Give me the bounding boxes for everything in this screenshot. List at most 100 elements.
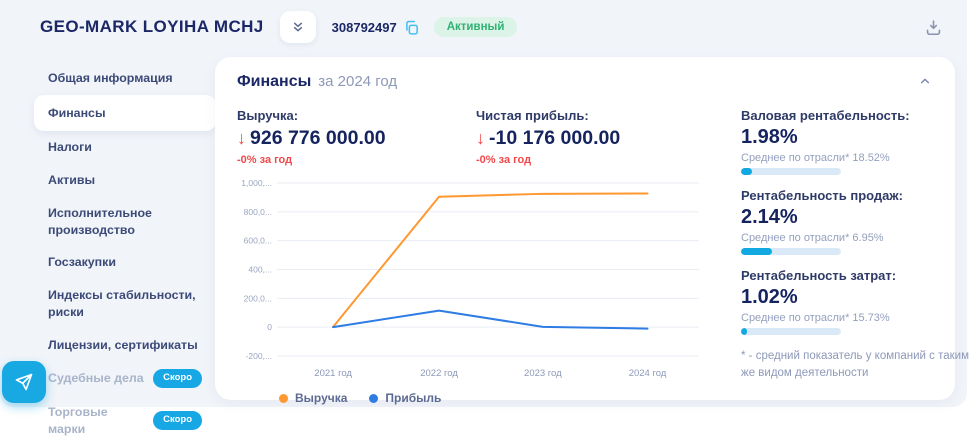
header: GEO-MARK LOYIHA MCHJ 308792497 Активный [0, 0, 967, 54]
legend-item[interactable]: Выручка [279, 391, 347, 405]
double-chevron-down-icon [290, 19, 306, 35]
legend-dot-icon [369, 394, 378, 403]
company-expand-button[interactable] [280, 11, 316, 43]
sidebar-item-label: Активы [48, 172, 95, 189]
panel-title: Финансы [237, 73, 311, 90]
svg-text:200,0...: 200,0... [244, 293, 272, 303]
metric-value: 2.14% [741, 206, 975, 229]
metric-progress-bar [741, 168, 841, 175]
legend-dot-icon [279, 394, 288, 403]
svg-text:2021 год: 2021 год [314, 368, 352, 379]
sidebar-item-label: Финансы [48, 105, 106, 122]
sidebar-item[interactable]: Налоги [34, 131, 216, 164]
soon-badge: Скоро [153, 411, 202, 430]
download-icon [924, 18, 943, 37]
telegram-button[interactable] [2, 361, 46, 403]
revenue-trend: -0% за год [237, 154, 476, 166]
sidebar-item-label: Лицензии, сертификаты [48, 337, 198, 354]
chart-series-line [333, 311, 647, 329]
sidebar-item[interactable]: Активы [34, 164, 216, 197]
chart-column: Выручка: ↓ 926 776 000.00 -0% за год Чис… [237, 108, 715, 405]
paper-plane-icon [14, 372, 34, 392]
metric-industry-average: Среднее по отрасли* 6.95% [741, 232, 975, 244]
panel-title-group: Финансы за 2024 год [237, 73, 397, 91]
revenue-stat: Выручка: ↓ 926 776 000.00 -0% за год [237, 108, 476, 166]
legend-item[interactable]: Прибыль [369, 391, 441, 405]
revenue-label: Выручка: [237, 108, 476, 123]
svg-text:800,0...: 800,0... [244, 207, 272, 217]
panel-title-suffix: за 2024 год [318, 73, 397, 90]
profit-value: -10 176 000.00 [489, 127, 620, 150]
company-name: GEO-MARK LOYIHA MCHJ [40, 17, 264, 37]
finance-line-chart: 1,000,... 800,0... 600,0... 400,... 200,0...… [237, 176, 715, 389]
metric-industry-average: Среднее по отрасли* 18.52% [741, 152, 975, 164]
finance-panel: Финансы за 2024 год Выручка: ↓ 926 776 00… [215, 57, 955, 400]
profit-trend: -0% за год [476, 154, 715, 166]
legend-label: Прибыль [385, 391, 441, 405]
sidebar-item[interactable]: Общая информация [34, 62, 216, 95]
svg-text:400,...: 400,... [248, 265, 272, 275]
sidebar-item-label: Судебные дела [48, 370, 144, 387]
chart-series-line [333, 194, 647, 327]
metric-block: Валовая рентабельность: 1.98% Среднее по о… [741, 108, 975, 175]
svg-text:2022 год: 2022 год [420, 368, 458, 379]
metrics-list: Валовая рентабельность: 1.98% Среднее по о… [741, 108, 975, 335]
svg-text:0: 0 [267, 322, 272, 332]
metric-label: Рентабельность продаж: [741, 188, 975, 203]
svg-text:2023 год: 2023 год [524, 368, 562, 379]
arrow-down-icon: ↓ [237, 128, 246, 149]
sidebar-item-label: Торговые марки [48, 404, 147, 437]
arrow-down-icon: ↓ [476, 128, 485, 149]
panel-header: Финансы за 2024 год [237, 73, 933, 94]
download-report-button[interactable] [924, 18, 943, 37]
sidebar-item-label: Исполнительное производство [48, 205, 202, 238]
copy-inn-button[interactable] [403, 19, 420, 36]
legend-label: Выручка [295, 391, 347, 405]
metric-value: 1.02% [741, 286, 975, 309]
metrics-column: Валовая рентабельность: 1.98% Среднее по о… [715, 108, 975, 405]
sidebar-nav: Общая информация Финансы Налоги Активы Испол… [34, 62, 216, 446]
metric-block: Рентабельность продаж: 2.14% Среднее по от… [741, 188, 975, 255]
sidebar-item[interactable]: Торговые марки Скоро [34, 396, 216, 445]
metrics-footnote: * - средний показатель у компаний с таки… [741, 348, 975, 381]
chart-legend: Выручка Прибыль [279, 391, 715, 405]
revenue-value: 926 776 000.00 [250, 127, 386, 150]
sidebar-item-label: Индексы стабильности, риски [48, 287, 202, 320]
company-inn: 308792497 [332, 20, 397, 35]
sidebar-item[interactable]: Судебные дела Скоро [34, 361, 216, 396]
collapse-panel-button[interactable] [917, 73, 933, 94]
sidebar-item[interactable]: Лицензии, сертификаты [34, 329, 216, 362]
copy-icon [403, 19, 420, 36]
revenue-value-row: ↓ 926 776 000.00 [237, 127, 476, 150]
soon-badge: Скоро [153, 369, 202, 388]
sidebar-item[interactable]: Индексы стабильности, риски [34, 279, 216, 328]
stats-row: Выручка: ↓ 926 776 000.00 -0% за год Чис… [237, 108, 715, 166]
app-background: GEO-MARK LOYIHA MCHJ 308792497 Активный … [0, 0, 967, 407]
svg-text:-200,...: -200,... [246, 351, 272, 361]
metric-label: Валовая рентабельность: [741, 108, 975, 123]
sidebar-item-label: Госзакупки [48, 254, 116, 271]
line-chart-svg: 1,000,... 800,0... 600,0... 400,... 200,0...… [237, 176, 707, 384]
status-badge: Активный [434, 17, 518, 37]
metric-progress-fill [741, 248, 772, 255]
profit-label: Чистая прибыль: [476, 108, 715, 123]
metric-label: Рентабельность затрат: [741, 268, 975, 283]
metric-value: 1.98% [741, 126, 975, 149]
metric-industry-average: Среднее по отрасли* 15.73% [741, 312, 975, 324]
metric-progress-bar [741, 328, 841, 335]
metric-progress-fill [741, 328, 747, 335]
svg-text:2024 год: 2024 год [629, 368, 667, 379]
profit-value-row: ↓ -10 176 000.00 [476, 127, 715, 150]
svg-text:1,000,...: 1,000,... [241, 178, 272, 188]
sidebar-item[interactable]: Исполнительное производство [34, 197, 216, 246]
sidebar-item-label: Общая информация [48, 70, 173, 87]
metric-progress-bar [741, 248, 841, 255]
chevron-up-icon [917, 73, 933, 89]
sidebar-item-label: Налоги [48, 139, 92, 156]
metric-progress-fill [741, 168, 752, 175]
sidebar-item[interactable]: Финансы [34, 95, 216, 132]
sidebar-item[interactable]: Госзакупки [34, 246, 216, 279]
svg-text:600,0...: 600,0... [244, 236, 272, 246]
profit-stat: Чистая прибыль: ↓ -10 176 000.00 -0% за … [476, 108, 715, 166]
metric-block: Рентабельность затрат: 1.02% Среднее по от… [741, 268, 975, 335]
